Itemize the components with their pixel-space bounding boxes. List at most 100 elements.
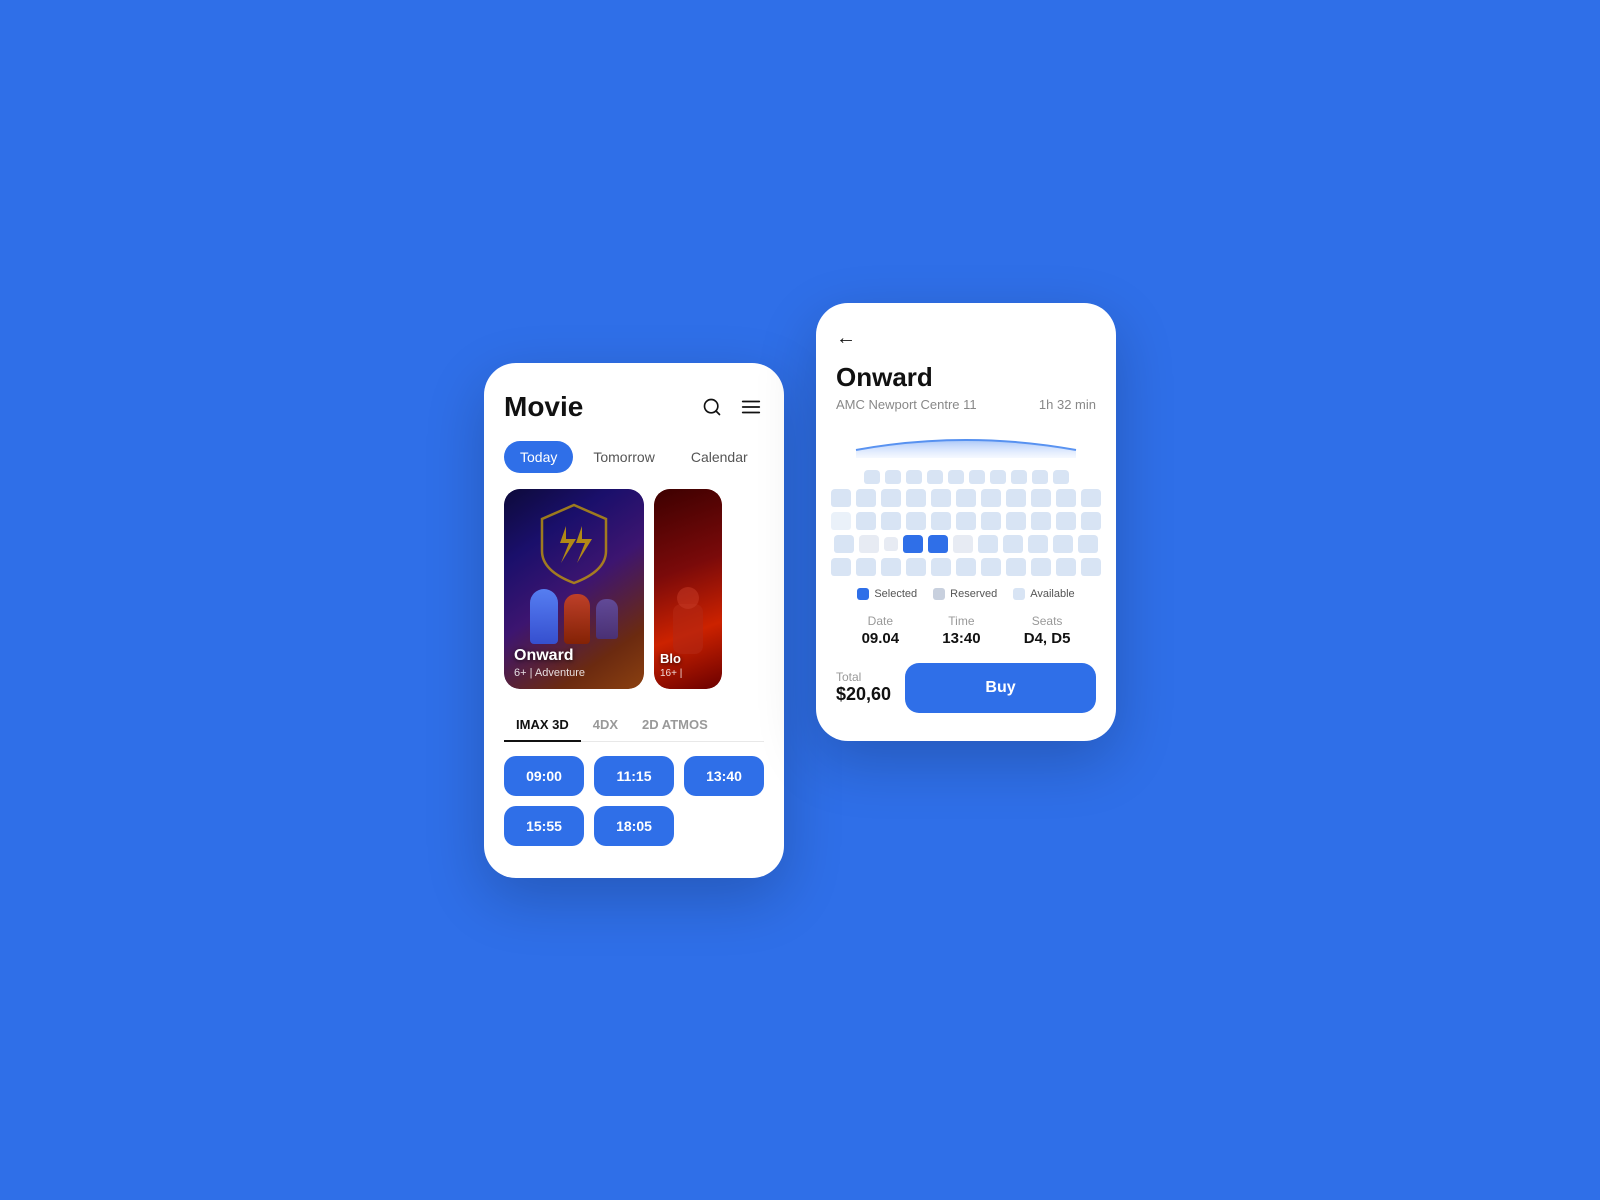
seat-a9[interactable] (1032, 470, 1048, 484)
format-tab-2datmos[interactable]: 2D ATMOS (630, 709, 720, 742)
seat-c11[interactable] (1081, 512, 1101, 530)
movie-duration: 1h 32 min (1039, 397, 1096, 412)
tab-calendar[interactable]: Calendar (675, 441, 764, 473)
showtime-1805[interactable]: 18:05 (594, 806, 674, 846)
blood-bg: Blo 16+ | (654, 489, 722, 689)
menu-button[interactable] (738, 394, 764, 420)
seat-c5[interactable] (931, 512, 951, 530)
back-button[interactable]: ← (836, 327, 856, 350)
seat-c9[interactable] (1031, 512, 1051, 530)
seat-b9[interactable] (1031, 489, 1051, 507)
seat-e1[interactable] (831, 558, 851, 576)
seat-d5[interactable] (928, 535, 948, 553)
seat-a3[interactable] (906, 470, 922, 484)
seat-a1[interactable] (864, 470, 880, 484)
seat-d11[interactable] (1078, 535, 1098, 553)
seat-e4[interactable] (906, 558, 926, 576)
header-icons (700, 394, 764, 420)
booking-seats-label: Seats (1024, 614, 1071, 628)
seat-e5[interactable] (931, 558, 951, 576)
seat-b1[interactable] (831, 489, 851, 507)
seat-a5[interactable] (948, 470, 964, 484)
seat-c8[interactable] (1006, 512, 1026, 530)
tab-today[interactable]: Today (504, 441, 573, 473)
seat-b4[interactable] (906, 489, 926, 507)
blood-head (677, 587, 699, 609)
seat-c1[interactable] (831, 512, 851, 530)
seat-b2[interactable] (856, 489, 876, 507)
format-tab-imax[interactable]: IMAX 3D (504, 709, 581, 742)
buy-button[interactable]: Buy (905, 663, 1096, 713)
showtime-1340[interactable]: 13:40 (684, 756, 764, 796)
seat-d1[interactable] (834, 535, 854, 553)
seat-e7[interactable] (981, 558, 1001, 576)
booking-time-value: 13:40 (942, 630, 980, 647)
legend-selected: Selected (857, 588, 917, 600)
screens-container: Movie Today Tomorrow Calendar (484, 303, 1116, 878)
showtime-1115[interactable]: 11:15 (594, 756, 674, 796)
seat-b6[interactable] (956, 489, 976, 507)
seat-c2[interactable] (856, 512, 876, 530)
seat-e2[interactable] (856, 558, 876, 576)
onward-card-title: Onward (514, 647, 634, 665)
seat-c7[interactable] (981, 512, 1001, 530)
tab-tomorrow[interactable]: Tomorrow (577, 441, 670, 473)
seat-a4[interactable] (927, 470, 943, 484)
seat-a6[interactable] (969, 470, 985, 484)
seat-b10[interactable] (1056, 489, 1076, 507)
seat-d7[interactable] (978, 535, 998, 553)
showtime-1555[interactable]: 15:55 (504, 806, 584, 846)
format-tabs: IMAX 3D 4DX 2D ATMOS (504, 709, 764, 742)
seat-e8[interactable] (1006, 558, 1026, 576)
seat-a10[interactable] (1053, 470, 1069, 484)
legend-reserved-label: Reserved (950, 588, 997, 600)
seat-c6[interactable] (956, 512, 976, 530)
seat-a7[interactable] (990, 470, 1006, 484)
seat-d6[interactable] (953, 535, 973, 553)
seat-a8[interactable] (1011, 470, 1027, 484)
seat-e10[interactable] (1056, 558, 1076, 576)
seat-grid (836, 470, 1096, 576)
legend-dot-selected (857, 588, 869, 600)
legend-dot-available (1013, 588, 1025, 600)
phone-header: Movie (504, 391, 764, 423)
seat-e11[interactable] (1081, 558, 1101, 576)
seat-b3[interactable] (881, 489, 901, 507)
phone-right: ← Onward AMC Newport Centre 11 1h 32 min (816, 303, 1116, 741)
seat-c3[interactable] (881, 512, 901, 530)
seat-e9[interactable] (1031, 558, 1051, 576)
blood-figure (673, 604, 703, 654)
movie-detail-sub: AMC Newport Centre 11 1h 32 min (836, 397, 1096, 412)
seat-row-c (831, 512, 1101, 530)
legend-dot-reserved (933, 588, 945, 600)
seat-b7[interactable] (981, 489, 1001, 507)
seat-d9[interactable] (1028, 535, 1048, 553)
legend-reserved: Reserved (933, 588, 997, 600)
movie-card-blood[interactable]: Blo 16+ | (654, 489, 722, 689)
seat-d4[interactable] (903, 535, 923, 553)
seat-d2[interactable] (859, 535, 879, 553)
movie-card-onward[interactable]: Onward 6+ | Adventure (504, 489, 644, 689)
blood-card-meta: 16+ | (660, 668, 718, 679)
seat-d8[interactable] (1003, 535, 1023, 553)
seat-b11[interactable] (1081, 489, 1101, 507)
seat-e6[interactable] (956, 558, 976, 576)
seat-d3[interactable] (884, 537, 898, 551)
movies-row: Onward 6+ | Adventure Blo 16+ | (504, 489, 764, 689)
onward-card-meta: 6+ | Adventure (514, 667, 634, 679)
seat-a2[interactable] (885, 470, 901, 484)
booking-time-label: Time (942, 614, 980, 628)
onward-characters (519, 589, 629, 649)
seat-c4[interactable] (906, 512, 926, 530)
format-tab-4dx[interactable]: 4DX (581, 709, 630, 742)
booking-date: Date 09.04 (862, 614, 900, 647)
seat-b5[interactable] (931, 489, 951, 507)
seat-legend: Selected Reserved Available (836, 588, 1096, 600)
search-button[interactable] (700, 395, 724, 419)
seat-b8[interactable] (1006, 489, 1026, 507)
booking-seats: Seats D4, D5 (1024, 614, 1071, 647)
seat-c10[interactable] (1056, 512, 1076, 530)
showtime-0900[interactable]: 09:00 (504, 756, 584, 796)
seat-e3[interactable] (881, 558, 901, 576)
seat-d10[interactable] (1053, 535, 1073, 553)
